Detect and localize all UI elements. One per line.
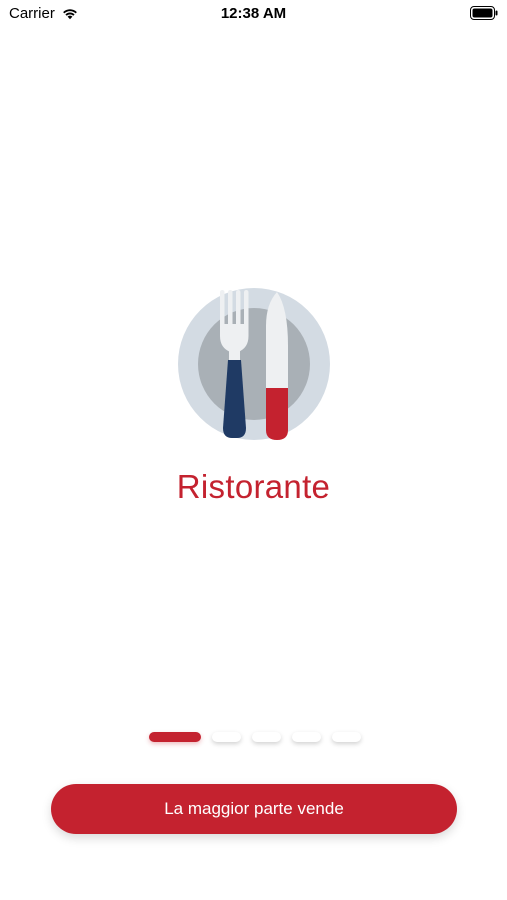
status-bar: Carrier 12:38 AM <box>0 0 507 28</box>
page-dot[interactable] <box>291 732 321 742</box>
knife-icon <box>266 292 288 440</box>
plate-fork-knife-icon <box>178 288 330 440</box>
onboarding-screen: Carrier 12:38 AM Ristorante La maggior p… <box>0 0 507 900</box>
page-dot[interactable] <box>331 732 361 742</box>
page-title: Ristorante <box>176 468 331 505</box>
battery-icon <box>470 6 498 20</box>
primary-cta-button[interactable]: La maggior parte vende <box>51 784 457 834</box>
page-dot[interactable] <box>251 732 281 742</box>
page-dot[interactable] <box>211 732 241 742</box>
page-indicator <box>0 732 507 742</box>
primary-cta-label: La maggior parte vende <box>164 799 344 818</box>
page-dot-active[interactable] <box>148 732 201 742</box>
status-time: 12:38 AM <box>220 5 287 22</box>
